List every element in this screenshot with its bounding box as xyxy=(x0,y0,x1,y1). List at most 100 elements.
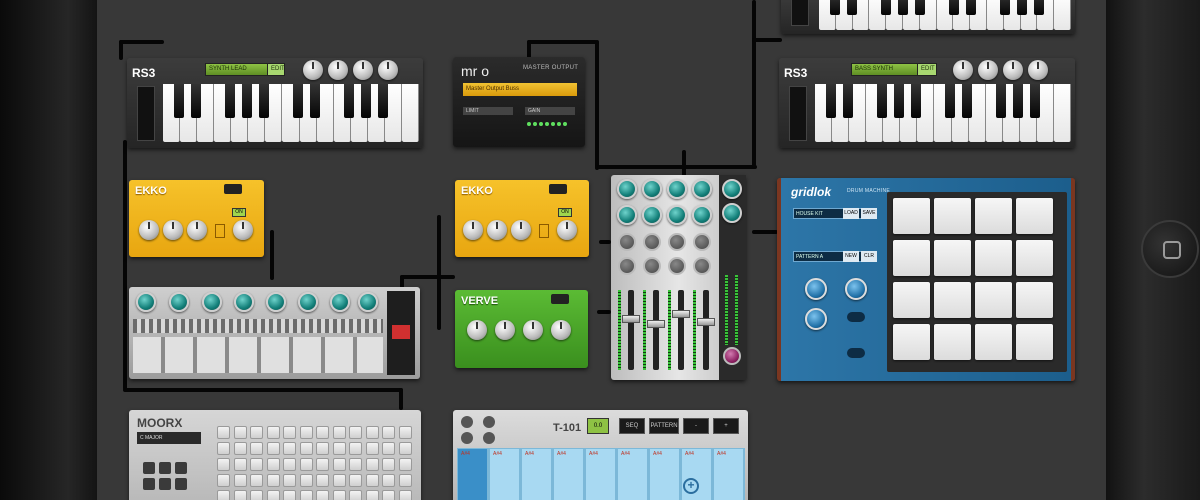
moorx-step-cell[interactable] xyxy=(349,474,362,487)
gridlok-toggle[interactable] xyxy=(847,312,865,322)
drum-pad[interactable] xyxy=(975,240,1012,276)
mixer-4ch[interactable] xyxy=(611,175,746,380)
moorx-step-cell[interactable] xyxy=(217,474,230,487)
drum-pad[interactable] xyxy=(934,198,971,234)
moorx-step-cell[interactable] xyxy=(266,442,280,455)
moorx-step-cell[interactable] xyxy=(299,490,313,500)
mrno-master-output[interactable]: mr o MASTER OUTPUT Master Output Buss LI… xyxy=(453,57,585,147)
device-rack[interactable]: RS3 SYNTH LEAD EDIT mr o MASTER OUTPUT M… xyxy=(97,0,1106,500)
moorx-step-cell[interactable] xyxy=(250,474,263,487)
channel-knob[interactable] xyxy=(692,205,712,225)
ekko-sync-button[interactable] xyxy=(539,224,549,238)
channel-knob[interactable] xyxy=(667,205,687,225)
t101-knob[interactable] xyxy=(461,416,473,428)
moorx-step-cell[interactable] xyxy=(266,458,280,471)
ekko-knob[interactable] xyxy=(487,220,507,240)
channel-knob[interactable] xyxy=(618,257,636,275)
moorx-step-cell[interactable] xyxy=(299,442,313,455)
gridlok-knob[interactable] xyxy=(805,278,827,300)
moorx-step-cell[interactable] xyxy=(250,458,263,471)
gridlok-toggle[interactable] xyxy=(847,348,865,358)
home-button[interactable] xyxy=(1141,220,1199,278)
channel-fader[interactable] xyxy=(697,290,715,370)
mixer-8ch[interactable] xyxy=(129,287,420,379)
moorx-step-cell[interactable] xyxy=(332,426,346,439)
channel-knob[interactable] xyxy=(618,233,636,251)
moorx-step-cell[interactable] xyxy=(382,426,395,439)
rs53-knob[interactable] xyxy=(1003,60,1023,80)
moorx-step-cell[interactable] xyxy=(332,442,346,455)
drum-pad[interactable] xyxy=(975,282,1012,318)
t101-plus-button[interactable]: + xyxy=(713,418,739,434)
load-kit-button[interactable]: LOAD xyxy=(843,208,859,219)
drum-pad[interactable] xyxy=(1016,324,1053,360)
rs53-knob[interactable] xyxy=(378,60,398,80)
gridlok-knob[interactable] xyxy=(805,308,827,330)
moorx-step-cell[interactable] xyxy=(266,426,280,439)
channel-fader[interactable] xyxy=(622,290,640,370)
piano-keys[interactable] xyxy=(815,84,1071,142)
channel-fader[interactable] xyxy=(672,290,690,370)
drum-pad[interactable] xyxy=(934,240,971,276)
moorx-step-cell[interactable] xyxy=(382,474,395,487)
moorx-step-cell[interactable] xyxy=(349,426,362,439)
moorx-step-cell[interactable] xyxy=(217,490,230,500)
verve-reverb[interactable]: VERVE xyxy=(455,290,588,368)
moorx-step-cell[interactable] xyxy=(217,426,230,439)
drum-pad-grid[interactable] xyxy=(887,192,1067,372)
rs53-knob[interactable] xyxy=(303,60,323,80)
moorx-step-cell[interactable] xyxy=(365,458,379,471)
bypass-switch[interactable] xyxy=(224,184,242,194)
channel-knob[interactable] xyxy=(693,257,711,275)
ekko-sync-button[interactable] xyxy=(215,224,225,238)
channel-knob[interactable] xyxy=(642,179,662,199)
rs53-knob[interactable] xyxy=(328,60,348,80)
t101-seq-button[interactable]: SEQ xyxy=(619,418,645,434)
moorx-step-cell[interactable] xyxy=(332,474,346,487)
channel-knob[interactable] xyxy=(298,292,318,312)
channel-knob[interactable] xyxy=(202,292,222,312)
moorx-key[interactable] xyxy=(159,478,171,490)
moorx-step-cell[interactable] xyxy=(250,442,263,455)
channel-knob[interactable] xyxy=(266,292,286,312)
moorx-key[interactable] xyxy=(143,462,155,474)
t101-step[interactable]: A#4 xyxy=(585,448,616,500)
moorx-step-cell[interactable] xyxy=(299,426,313,439)
channel-fader[interactable] xyxy=(647,290,665,370)
moorx-step-cell[interactable] xyxy=(250,426,263,439)
moorx-key[interactable] xyxy=(175,478,187,490)
moorx-step-cell[interactable] xyxy=(349,442,362,455)
channel-knob[interactable] xyxy=(330,292,350,312)
ekko-knob[interactable] xyxy=(187,220,207,240)
channel-knob[interactable] xyxy=(668,257,686,275)
moorx-step-cell[interactable] xyxy=(233,442,247,455)
ekko-knob[interactable] xyxy=(511,220,531,240)
moorx-step-cell[interactable] xyxy=(398,490,412,500)
t101-minus-button[interactable]: - xyxy=(683,418,709,434)
drum-pad[interactable] xyxy=(1016,198,1053,234)
mixer-master-section[interactable] xyxy=(387,291,415,375)
moorx-step-cell[interactable] xyxy=(398,426,412,439)
moorx-step-cell[interactable] xyxy=(365,474,379,487)
ekko-knob[interactable] xyxy=(163,220,183,240)
ekko-knob[interactable] xyxy=(233,220,253,240)
t101-step[interactable]: A#4 xyxy=(649,448,680,500)
ekko-knob[interactable] xyxy=(463,220,483,240)
t101-step[interactable]: A#4 xyxy=(457,448,488,500)
save-kit-button[interactable]: SAVE xyxy=(861,208,877,219)
moorx-step-cell[interactable] xyxy=(398,442,412,455)
channel-knob[interactable] xyxy=(667,179,687,199)
drum-pad[interactable] xyxy=(1016,282,1053,318)
drum-pad[interactable] xyxy=(893,282,930,318)
moorx-step-cell[interactable] xyxy=(316,458,329,471)
moorx-step-cell[interactable] xyxy=(316,474,329,487)
moorx-step-cell[interactable] xyxy=(266,490,280,500)
rs53-keyboard-top[interactable] xyxy=(781,0,1075,34)
moorx-key[interactable] xyxy=(159,462,171,474)
moorx-step-cell[interactable] xyxy=(217,442,230,455)
moorx-step-cell[interactable] xyxy=(283,458,296,471)
moorx-step-cell[interactable] xyxy=(332,490,346,500)
t101-knob[interactable] xyxy=(483,432,495,444)
t101-knob[interactable] xyxy=(483,416,495,428)
record-button[interactable] xyxy=(392,325,410,339)
